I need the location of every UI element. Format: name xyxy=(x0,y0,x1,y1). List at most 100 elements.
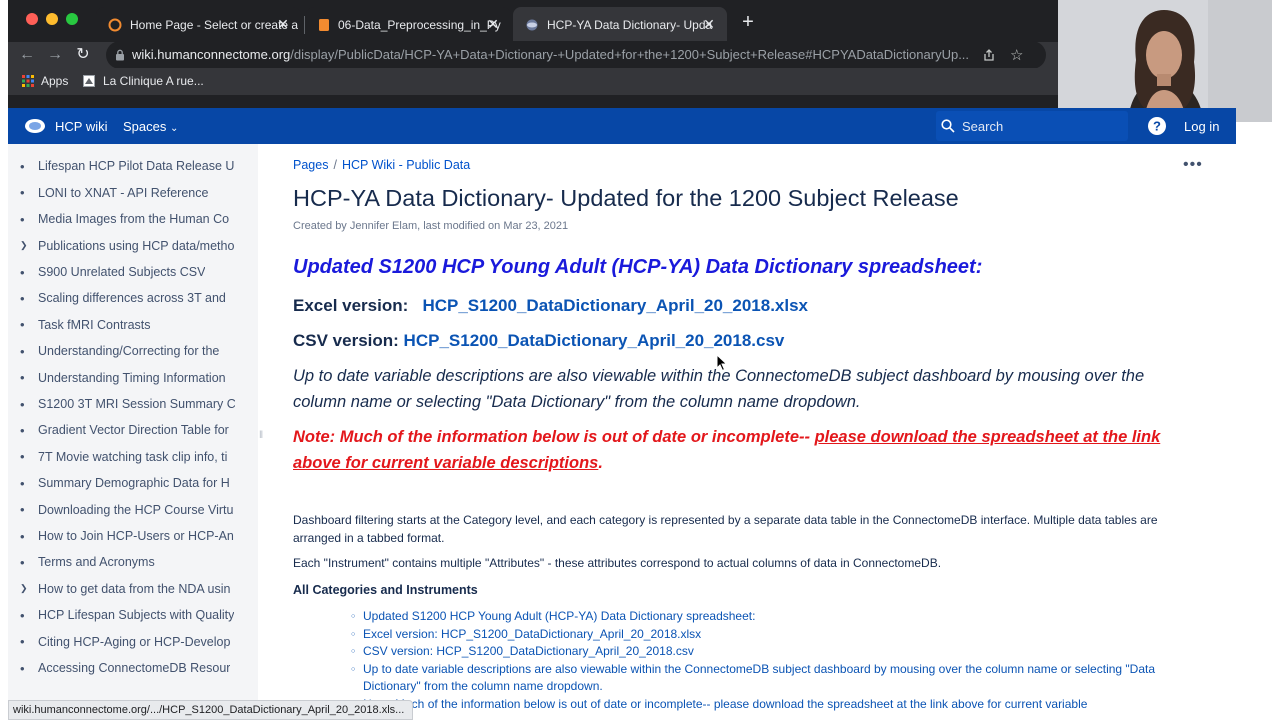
chevron-right-icon[interactable]: ❯ xyxy=(20,583,38,594)
browser-tab-bar: Home Page - Select or create a ✕ 06-Data… xyxy=(8,0,1058,42)
svg-text:?: ? xyxy=(1153,119,1161,134)
tab-title: HCP-YA Data Dictionary- Upda xyxy=(547,17,713,32)
breadcrumb-hcp-wiki-public-data[interactable]: HCP Wiki - Public Data xyxy=(342,158,470,172)
url-path: /display/PublicData/HCP-YA+Data+Dictiona… xyxy=(290,47,970,62)
page-title: HCP-YA Data Dictionary- Updated for the … xyxy=(293,185,959,211)
mouse-cursor-icon xyxy=(716,354,728,372)
sidebar-item-label: Publications using HCP data/metho xyxy=(38,238,235,253)
sidebar-item-label: 7T Movie watching task clip info, ti xyxy=(38,449,228,464)
sidebar-item[interactable]: • Summary Demographic Data for H xyxy=(20,473,235,493)
bookmark-apps[interactable]: Apps xyxy=(22,74,68,88)
sidebar-item[interactable]: • Downloading the HCP Course Virtu xyxy=(20,500,235,520)
bullet-icon: • xyxy=(20,211,25,227)
spaces-menu-button[interactable]: Spaces ⌄ xyxy=(123,119,178,134)
search-input[interactable]: Search xyxy=(936,111,1128,141)
close-icon[interactable]: ✕ xyxy=(699,14,719,34)
spreadsheet-heading: Updated S1200 HCP Young Adult (HCP-YA) D… xyxy=(293,256,983,278)
section-heading: All Categories and Instruments xyxy=(293,583,478,597)
minimize-window-button[interactable] xyxy=(46,13,58,25)
sidebar-item[interactable]: • S900 Unrelated Subjects CSV xyxy=(20,262,235,282)
bullet-icon: • xyxy=(20,264,25,280)
sidebar-item-label: Understanding Timing Information xyxy=(38,370,226,385)
tab-data-preprocessing[interactable]: 06-Data_Preprocessing_in_Py ✕ xyxy=(306,7,511,42)
toc-item[interactable]: CSV version: HCP_S1200_DataDictionary_Ap… xyxy=(351,643,1191,661)
chevron-right-icon[interactable]: ❯ xyxy=(20,240,38,251)
sidebar-item[interactable]: •Interval Between Test and Retest xyxy=(20,144,235,150)
toc-item[interactable]: Updated S1200 HCP Young Adult (HCP-YA) D… xyxy=(351,608,1191,626)
bullet-icon: • xyxy=(20,144,38,148)
sidebar-item[interactable]: ❯ How to get data from the NDA usin xyxy=(20,579,235,599)
bullet-icon: • xyxy=(20,343,25,359)
excel-download-link[interactable]: HCP_S1200_DataDictionary_April_20_2018.x… xyxy=(422,296,808,315)
lock-icon xyxy=(116,49,124,61)
sidebar-item-label: S1200 3T MRI Session Summary C xyxy=(38,397,235,411)
back-arrow-icon[interactable]: ← xyxy=(16,44,38,66)
instrument-paragraph: Each "Instrument" contains multiple "Att… xyxy=(293,556,942,570)
bullet-icon: • xyxy=(20,396,25,412)
spaces-label: Spaces xyxy=(123,119,167,134)
help-icon[interactable]: ? xyxy=(1147,116,1167,136)
reload-icon[interactable]: ↻ xyxy=(72,44,94,66)
more-actions-icon[interactable]: ••• xyxy=(1183,156,1203,174)
sidebar-item[interactable]: • Gradient Vector Direction Table for xyxy=(20,420,235,440)
sidebar-item[interactable]: • Citing HCP-Aging or HCP-Develop xyxy=(20,632,235,652)
sidebar-item[interactable]: • Accessing ConnectomeDB Resour xyxy=(20,658,235,678)
bookmark-la-clinique[interactable]: La Clinique A rue... xyxy=(83,74,204,88)
sidebar-item[interactable]: • HCP Lifespan Subjects with Quality xyxy=(20,605,235,625)
bullet-icon: • xyxy=(20,554,25,570)
confluence-header: HCP wiki Spaces ⌄ Search ? Log in xyxy=(8,108,1236,144)
browser-toolbar: ← → ↻ wiki.humanconnectome.org/display/P… xyxy=(8,41,1058,69)
sidebar-item-label: HCP Lifespan Subjects with Quality xyxy=(38,608,235,623)
sidebar-item-label: How to get data from the NDA usin xyxy=(38,581,231,596)
csv-download-line: CSV version: HCP_S1200_DataDictionary_Ap… xyxy=(293,331,784,351)
close-window-button[interactable] xyxy=(26,13,38,25)
close-icon[interactable]: ✕ xyxy=(483,14,503,34)
hcp-logo-icon[interactable] xyxy=(24,116,46,136)
filtering-paragraph: Dashboard filtering starts at the Catego… xyxy=(293,513,1158,545)
dashboard-description: Up to date variable descriptions are als… xyxy=(293,367,1145,411)
sidebar-item-label: S900 Unrelated Subjects CSV xyxy=(38,265,206,279)
forward-arrow-icon[interactable]: → xyxy=(44,44,66,66)
new-tab-plus-icon[interactable]: + xyxy=(738,12,758,32)
hcp-wiki-link[interactable]: HCP wiki xyxy=(55,119,108,134)
sidebar-item[interactable]: • Terms and Acronyms xyxy=(20,552,235,572)
sidebar-item[interactable]: • 7T Movie watching task clip info, ti xyxy=(20,447,235,467)
sidebar-item-label: Scaling differences across 3T and xyxy=(38,291,226,306)
close-icon[interactable]: ✕ xyxy=(273,14,293,34)
sidebar-item[interactable]: • Understanding/Correcting for the xyxy=(20,341,235,361)
breadcrumb-separator: / xyxy=(333,158,337,172)
url-text: wiki.humanconnectome.org/display/PublicD… xyxy=(132,47,982,62)
maximize-window-button[interactable] xyxy=(66,13,78,25)
sidebar-item[interactable]: • Lifespan HCP Pilot Data Release U xyxy=(20,156,235,176)
link-status-bar: wiki.humanconnectome.org/.../HCP_S1200_D… xyxy=(8,700,413,720)
sidebar-item[interactable]: ❯ Publications using HCP data/metho xyxy=(20,236,235,256)
excel-download-line: Excel version: HCP_S1200_DataDictionary_… xyxy=(293,296,808,316)
apps-grid-icon xyxy=(22,75,34,87)
tab-title: 06-Data_Preprocessing_in_Py xyxy=(338,17,501,32)
sidebar-item[interactable]: • Scaling differences across 3T and xyxy=(20,288,235,308)
sidebar-item[interactable]: • LONI to XNAT - API Reference xyxy=(20,183,235,203)
sidebar-item[interactable]: • Understanding Timing Information xyxy=(20,368,235,388)
page-byline: Created by Jennifer Elam, last modified … xyxy=(293,220,569,232)
bullet-icon: • xyxy=(20,634,25,650)
toc-item[interactable]: Excel version: HCP_S1200_DataDictionary_… xyxy=(351,626,1191,644)
tab-home-page[interactable]: Home Page - Select or create a ✕ xyxy=(96,7,301,42)
tab-hcp-data-dictionary[interactable]: HCP-YA Data Dictionary- Upda ✕ xyxy=(513,7,727,42)
sidebar-item[interactable]: • Task fMRI Contrasts xyxy=(20,315,235,335)
toc-item[interactable]: Up to date variable descriptions are als… xyxy=(351,661,1191,696)
toc-item[interactable]: Note: Much of the information below is o… xyxy=(351,696,1191,714)
sidebar-item-label: Understanding/Correcting for the xyxy=(38,344,220,359)
login-button[interactable]: Log in xyxy=(1184,119,1219,134)
sidebar-item[interactable]: • Media Images from the Human Co xyxy=(20,209,235,229)
csv-download-link[interactable]: HCP_S1200_DataDictionary_April_20_2018.c… xyxy=(404,331,785,350)
address-bar[interactable]: wiki.humanconnectome.org/display/PublicD… xyxy=(106,41,1046,69)
bookmark-star-icon[interactable]: ☆ xyxy=(1010,46,1023,64)
outdated-note: Note: Much of the information below is o… xyxy=(293,424,1193,476)
sidebar-item[interactable]: • S1200 3T MRI Session Summary C xyxy=(20,394,235,414)
sidebar-resize-handle[interactable]: ‖ xyxy=(259,430,265,442)
share-icon[interactable] xyxy=(982,48,996,62)
csv-version-label: CSV version: xyxy=(293,331,399,350)
sidebar-item[interactable]: • How to Join HCP-Users or HCP-An xyxy=(20,526,235,546)
breadcrumb-pages[interactable]: Pages xyxy=(293,158,328,172)
sidebar-item-label: Gradient Vector Direction Table for xyxy=(38,423,229,438)
